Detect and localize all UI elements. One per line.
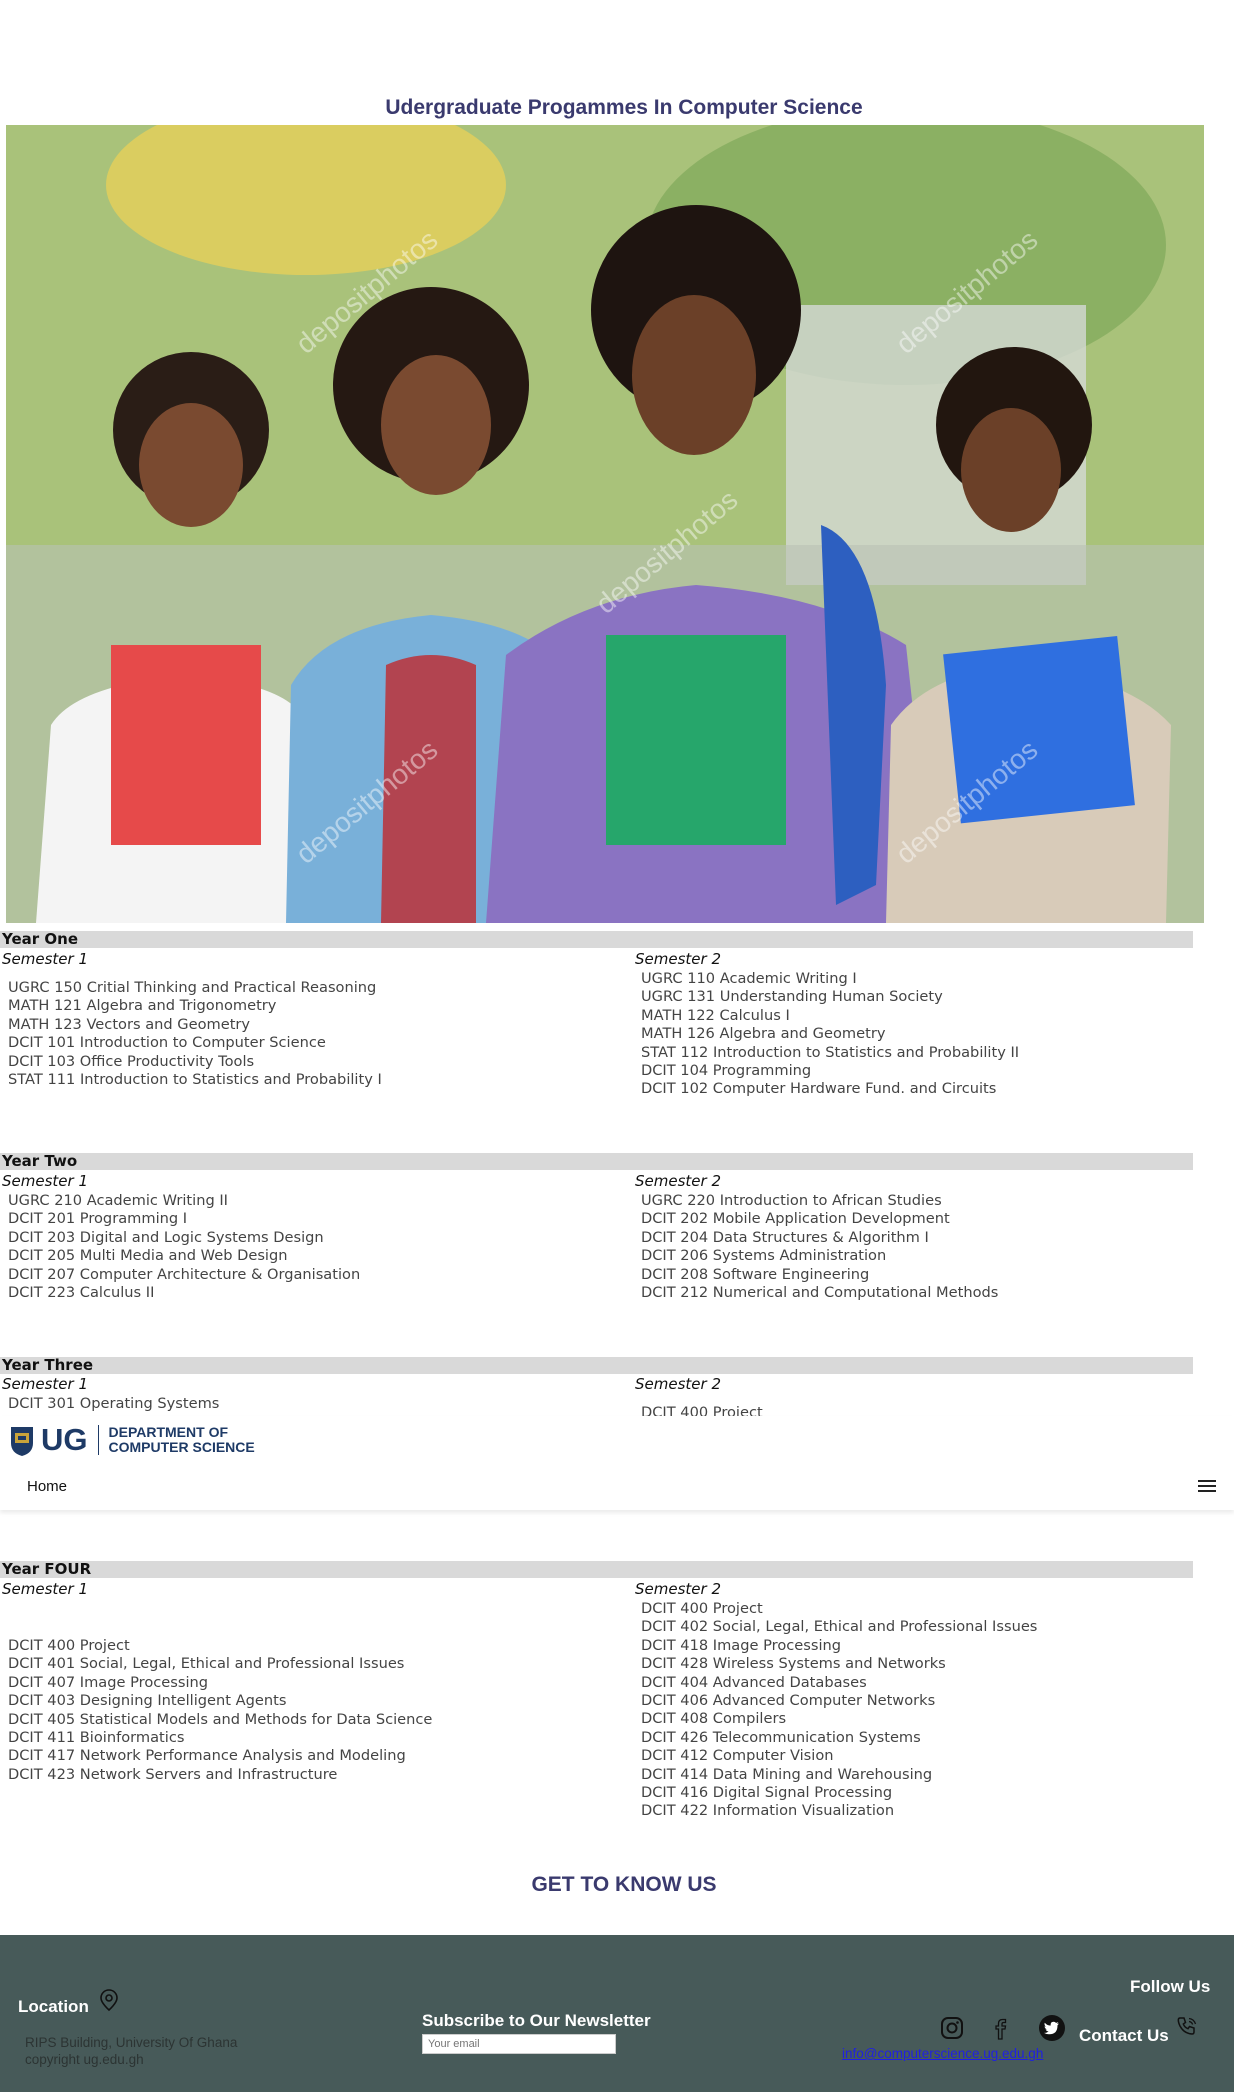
semester-label: Semester 1 (2, 1375, 88, 1393)
hero-image: depositphotos depositphotos depositphoto… (6, 125, 1204, 923)
course-item: DCIT 411 Bioinformatics (8, 1729, 185, 1747)
get-to-know-us-heading: GET TO KNOW US (531, 1873, 717, 1896)
menu-bar (1198, 1485, 1216, 1487)
course-item: DCIT 416 Digital Signal Processing (641, 1784, 893, 1802)
course-list: DCIT 400 Project (641, 1404, 763, 1416)
course-item: DCIT 426 Telecommunication Systems (641, 1728, 921, 1746)
nav-home-link[interactable]: Home (27, 1478, 67, 1495)
logo-line-2: COMPUTER SCIENCE (108, 1439, 255, 1455)
course-item: DCIT 412 Computer Vision (641, 1747, 834, 1765)
course-item: DCIT 406 Advanced Computer Networks (641, 1692, 936, 1710)
semester-label: Semester 2 (635, 1375, 721, 1393)
course-item: DCIT 428 Wireless Systems and Networks (641, 1655, 946, 1673)
course-item: DCIT 205 Multi Media and Web Design (8, 1247, 288, 1265)
course-item: DCIT 405 Statistical Models and Methods … (8, 1710, 433, 1728)
course-item: DCIT 201 Programming I (8, 1210, 188, 1228)
course-item: DCIT 103 Office Productivity Tools (8, 1052, 255, 1070)
course-item: DCIT 402 Social, Legal, Ethical and Prof… (641, 1618, 1038, 1636)
semester-label: Semester 1 (2, 950, 88, 968)
course-item: DCIT 404 Advanced Databases (641, 1673, 867, 1691)
course-item: DCIT 400 Project (641, 1600, 763, 1617)
course-item: DCIT 203 Digital and Logic Systems Desig… (8, 1228, 324, 1246)
menu-bar (1198, 1490, 1216, 1492)
semester-label: Semester 2 (635, 950, 721, 968)
course-item: DCIT 101 Introduction to Computer Scienc… (8, 1034, 326, 1052)
location-title: Location (18, 1997, 89, 2016)
menu-bar (1198, 1480, 1216, 1482)
course-item: DCIT 212 Numerical and Computational Met… (641, 1284, 999, 1302)
course-list: UGRC 110 Academic Writing I UGRC 131 Unde… (641, 970, 1019, 1099)
course-item: DCIT 301 Operating Systems (8, 1395, 220, 1412)
semester-label: Semester 2 (635, 1172, 721, 1190)
year-heading: Year One (0, 931, 1193, 948)
course-item: DCIT 422 Information Visualization (641, 1802, 895, 1820)
course-item: DCIT 417 Network Performance Analysis an… (8, 1747, 406, 1765)
newsletter-title: Subscribe to Our Newsletter (422, 2011, 651, 2030)
course-list: DCIT 400 Project DCIT 401 Social, Legal, … (8, 1637, 432, 1784)
course-list: UGRC 220 Introduction to African Studies… (641, 1192, 998, 1302)
course-list: DCIT 301 Operating Systems (8, 1395, 219, 1413)
semester-label: Semester 1 (2, 1580, 88, 1598)
hamburger-menu-icon[interactable] (1198, 1480, 1216, 1494)
year-heading: Year Two (0, 1153, 1193, 1170)
course-list: UGRC 150 Critial Thinking and Practical … (8, 979, 382, 1089)
newsletter-email-input[interactable] (422, 2034, 616, 2054)
course-item: DCIT 102 Computer Hardware Fund. and Cir… (641, 1080, 997, 1098)
course-item: MATH 122 Calculus I (641, 1006, 790, 1024)
phone-icon[interactable] (1175, 2015, 1199, 2039)
page-title: Udergraduate Progammes In Computer Scien… (385, 96, 863, 119)
course-item: DCIT 202 Mobile Application Development (641, 1210, 950, 1228)
course-item: UGRC 131 Understanding Human Society (641, 988, 943, 1006)
semester-label: Semester 1 (2, 1172, 88, 1190)
logo-line-1: DEPARTMENT OF (108, 1424, 229, 1440)
logo-department-text: DEPARTMENT OF COMPUTER SCIENCE (109, 1425, 255, 1455)
logo-divider (97, 1425, 99, 1455)
course-item: DCIT 207 Computer Architecture & Organis… (8, 1265, 361, 1283)
course-item: DCIT 401 Social, Legal, Ethical and Prof… (8, 1655, 405, 1673)
follow-us-title: Follow Us (1130, 1977, 1211, 1996)
crest-icon (11, 1427, 33, 1456)
twitter-icon[interactable] (1038, 2014, 1066, 2042)
copyright-text: copyright ug.edu.gh (25, 2052, 144, 2067)
course-item: DCIT 423 Network Servers and Infrastruct… (8, 1765, 338, 1783)
course-item: DCIT 208 Software Engineering (641, 1265, 870, 1283)
course-item: UGRC 220 Introduction to African Studies (641, 1192, 942, 1209)
course-item: DCIT 400 Project (641, 1404, 763, 1416)
contact-us-title: Contact Us (1079, 2026, 1169, 2045)
facebook-icon[interactable] (990, 2016, 1010, 2040)
logo-ug-text: UG (41, 1422, 88, 1457)
address-text: RIPS Building, University Of Ghana (25, 2035, 238, 2050)
course-item: DCIT 104 Programming (641, 1062, 812, 1080)
course-item: UGRC 110 Academic Writing I (641, 970, 857, 987)
course-item: UGRC 150 Critial Thinking and Practical … (8, 979, 377, 996)
course-item: DCIT 223 Calculus II (8, 1284, 155, 1302)
course-item: DCIT 418 Image Processing (641, 1636, 842, 1654)
course-item: DCIT 408 Compilers (641, 1710, 787, 1728)
contact-email-link[interactable]: info@computerscience.ug.edu.gh (842, 2046, 1043, 2061)
instagram-icon[interactable] (940, 2016, 964, 2040)
course-item: STAT 112 Introduction to Statistics and … (641, 1043, 1020, 1061)
course-item: DCIT 400 Project (8, 1637, 130, 1654)
course-item: DCIT 407 Image Processing (8, 1673, 209, 1691)
course-item: DCIT 414 Data Mining and Warehousing (641, 1765, 933, 1783)
year-three-content: Semester 1 DCIT 301 Operating Systems Se… (0, 1356, 1234, 1416)
course-item: MATH 123 Vectors and Geometry (8, 1015, 251, 1033)
course-item: MATH 126 Algebra and Geometry (641, 1025, 886, 1043)
site-logo[interactable]: UG DEPARTMENT OF COMPUTER SCIENCE (9, 1422, 255, 1458)
course-item: STAT 111 Introduction to Statistics and … (8, 1071, 382, 1089)
course-list: UGRC 210 Academic Writing II DCIT 201 Pro… (8, 1192, 360, 1302)
course-list: DCIT 400 Project DCIT 402 Social, Legal, … (641, 1600, 1037, 1821)
year-heading: Year FOUR (0, 1561, 1193, 1578)
course-item: UGRC 210 Academic Writing II (8, 1192, 228, 1209)
course-item: DCIT 204 Data Structures & Algorithm I (641, 1228, 929, 1246)
course-item: MATH 121 Algebra and Trigonometry (8, 997, 277, 1015)
map-pin-icon (100, 1989, 118, 2012)
course-item: DCIT 403 Designing Intelligent Agents (8, 1692, 287, 1710)
semester-label: Semester 2 (635, 1580, 721, 1598)
course-item: DCIT 206 Systems Administration (641, 1247, 887, 1265)
